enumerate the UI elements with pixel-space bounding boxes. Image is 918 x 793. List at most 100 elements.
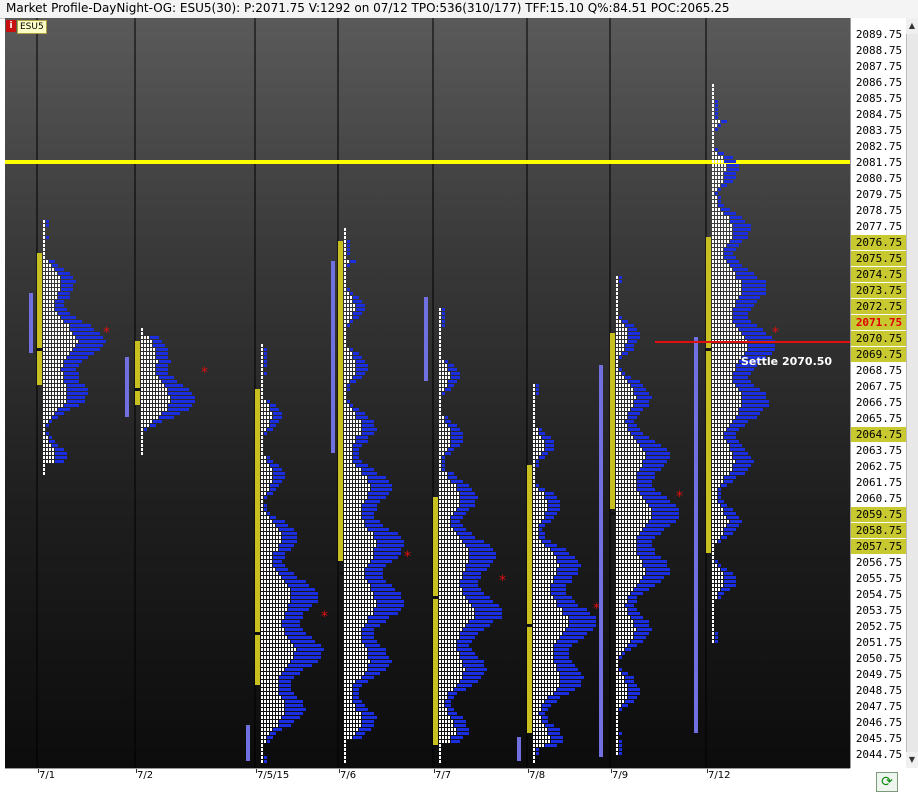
session-profile[interactable] — [439, 308, 502, 763]
tpo-dot — [439, 460, 441, 463]
tpo-dot — [712, 204, 714, 207]
tpo-dot — [350, 644, 352, 647]
tpo-dot — [70, 336, 72, 339]
tpo-dot — [43, 276, 45, 279]
tpo-dot — [267, 692, 269, 695]
tpo-dot — [554, 628, 556, 631]
tpo-dot — [359, 584, 361, 587]
tpo-dot — [273, 652, 275, 655]
tpo-dot — [625, 644, 627, 647]
tpo-dot — [347, 648, 349, 651]
tpo-dot — [451, 488, 453, 491]
symbol-tag[interactable]: ESU5 — [17, 20, 47, 34]
tpo-dot — [362, 560, 364, 563]
tpo-blue-bar — [551, 588, 566, 591]
tpo-dot — [371, 536, 373, 539]
tpo-dot — [350, 604, 352, 607]
tpo-dot — [715, 476, 717, 479]
tpo-blue-bar — [724, 156, 733, 159]
session-profile[interactable] — [43, 220, 106, 475]
tpo-dot — [52, 356, 54, 359]
session-profile[interactable] — [141, 328, 195, 455]
tpo-dot — [628, 624, 630, 627]
tpo-dot — [448, 592, 450, 595]
tpo-dot — [350, 472, 352, 475]
tpo-dot — [288, 592, 290, 595]
tpo-dot — [58, 400, 60, 403]
tpo-dot — [359, 580, 361, 583]
tpo-dot — [261, 592, 263, 595]
tpo-dot — [542, 732, 544, 735]
vertical-scrollbar[interactable] — [906, 34, 918, 768]
tpo-dot — [454, 488, 456, 491]
session-profile[interactable] — [616, 276, 679, 755]
tpo-blue-bar — [353, 300, 362, 303]
tpo-dot — [631, 476, 633, 479]
tpo-dot — [712, 224, 714, 227]
tpo-dot — [533, 552, 535, 555]
tpo-dot — [539, 636, 541, 639]
market-profile-chart[interactable]: * * * * * * * * — [5, 18, 850, 768]
scroll-down-arrow-icon[interactable]: ▼ — [906, 752, 918, 768]
tpo-dot — [628, 440, 630, 443]
tpo-dot — [548, 632, 550, 635]
tpo-dot — [344, 236, 346, 239]
tpo-blue-bar — [448, 476, 457, 479]
tpo-dot — [43, 380, 45, 383]
tpo-dot — [554, 600, 556, 603]
tpo-dot — [267, 732, 269, 735]
tpo-blue-bar — [733, 316, 748, 319]
refresh-icon[interactable]: ⟳ — [876, 772, 898, 792]
tpo-dot — [545, 640, 547, 643]
tpo-dot — [141, 328, 143, 331]
scroll-up-arrow-icon[interactable]: ▲ — [906, 18, 918, 34]
tpo-dot — [454, 672, 456, 675]
price-axis[interactable]: 2089.75 2088.75 2087.75 2086.75 2085.75 2084.… — [850, 18, 907, 768]
tpo-blue-bar — [551, 740, 563, 743]
tpo-dot — [640, 512, 642, 515]
tpo-dot — [55, 368, 57, 371]
tpo-dot — [365, 552, 367, 555]
tpo-dot — [616, 672, 618, 675]
tpo-dot — [628, 632, 630, 635]
tpo-dot — [445, 424, 447, 427]
tpo-dot — [350, 464, 352, 467]
tpo-dot — [727, 376, 729, 379]
tpo-dot — [616, 592, 618, 595]
tpo-dot — [466, 612, 468, 615]
tpo-blue-bar — [353, 688, 359, 691]
tpo-dot — [270, 648, 272, 651]
tpo-dot — [276, 636, 278, 639]
tpo-dot — [622, 408, 624, 411]
chart-canvas[interactable]: ******** — [5, 18, 850, 768]
tpo-dot — [718, 448, 720, 451]
tpo-dot — [724, 228, 726, 231]
tpo-dot — [619, 568, 621, 571]
tpo-dot — [144, 424, 146, 427]
tpo-dot — [270, 568, 272, 571]
tpo-blue-bar — [264, 756, 267, 759]
session-profile[interactable] — [344, 228, 404, 763]
tpo-dot — [460, 568, 462, 571]
info-badge[interactable]: i — [6, 20, 16, 32]
tpo-dot — [285, 600, 287, 603]
tpo-blue-bar — [739, 388, 760, 391]
tpo-dot — [270, 540, 272, 543]
session-profile[interactable] — [261, 344, 324, 763]
tpo-dot — [548, 600, 550, 603]
tpo-dot — [631, 484, 633, 487]
tpo-dot — [712, 96, 714, 99]
tpo-dot — [619, 336, 621, 339]
tpo-dot — [718, 332, 720, 335]
tpo-dot — [442, 576, 444, 579]
tpo-dot — [542, 548, 544, 551]
tpo-dot — [631, 440, 633, 443]
session-profile[interactable] — [533, 384, 596, 763]
tpo-dot — [439, 568, 441, 571]
tpo-dot — [451, 572, 453, 575]
tpo-dot — [712, 276, 714, 279]
tpo-blue-bar — [551, 548, 566, 551]
tpo-dot — [344, 612, 346, 615]
tpo-dot — [715, 168, 717, 171]
tpo-dot — [533, 696, 535, 699]
